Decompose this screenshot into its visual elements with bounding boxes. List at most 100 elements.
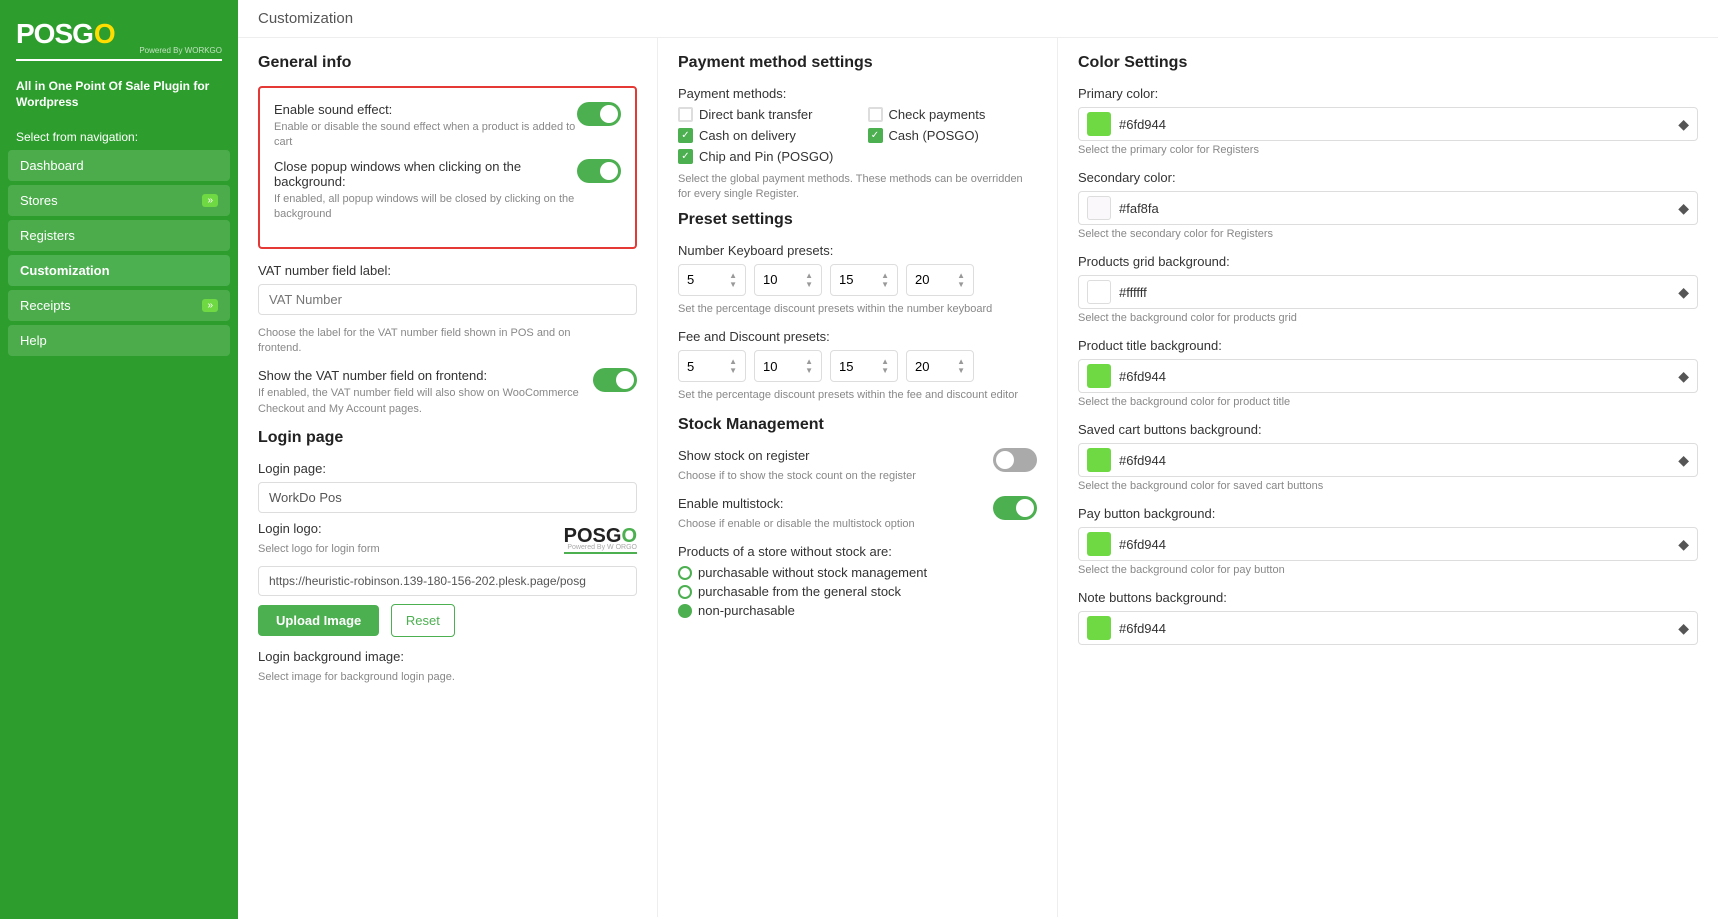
- color-product-title: Product title background: #6fd944 ◆ Sele…: [1078, 338, 1698, 408]
- preset-input-0[interactable]: 5 ▲▼: [678, 264, 746, 296]
- receipts-badge: »: [202, 299, 218, 312]
- logo-pos: POS: [16, 18, 72, 50]
- color-product-title-hex: #6fd944: [1119, 369, 1670, 384]
- sidebar-item-registers[interactable]: Registers: [8, 220, 230, 251]
- color-products-grid: Products grid background: #ffffff ◆ Sele…: [1078, 254, 1698, 324]
- fee-input-0[interactable]: 5 ▲▼: [678, 350, 746, 382]
- color-saved-cart-hex: #6fd944: [1119, 453, 1670, 468]
- color-product-title-swatch: [1087, 364, 1111, 388]
- main-content: Customization General info Enable sound …: [238, 0, 1718, 919]
- preset-title: Preset settings: [678, 211, 1037, 229]
- color-secondary-desc: Select the secondary color for Registers: [1078, 228, 1698, 240]
- color-note-buttons-hex: #6fd944: [1119, 621, 1670, 636]
- content-area: General info Enable sound effect: Enable…: [238, 38, 1718, 917]
- color-primary-input[interactable]: #6fd944 ◆: [1078, 107, 1698, 141]
- color-saved-cart-label: Saved cart buttons background:: [1078, 422, 1698, 437]
- login-logo-row: Login logo: Select logo for login form P…: [258, 521, 637, 557]
- cb-0[interactable]: [678, 107, 693, 122]
- multistock-desc: Choose if enable or disable the multisto…: [678, 517, 915, 532]
- sidebar-item-dashboard[interactable]: Dashboard: [8, 150, 230, 181]
- color-picker-icon-5[interactable]: ◆: [1678, 536, 1689, 553]
- preset-input-1[interactable]: 10 ▲▼: [754, 264, 822, 296]
- preset-arrows-3: ▲▼: [957, 271, 965, 289]
- sidebar-item-receipts[interactable]: Receipts »: [8, 290, 230, 321]
- payment-checkboxes: Direct bank transfer Check payments Cash…: [678, 107, 1037, 164]
- sidebar-item-customization[interactable]: Customization: [8, 255, 230, 286]
- sound-effect-toggle[interactable]: [577, 102, 621, 126]
- color-picker-icon-6[interactable]: ◆: [1678, 620, 1689, 637]
- login-logo-desc: Select logo for login form: [258, 542, 380, 557]
- sidebar-item-label: Registers: [20, 228, 75, 243]
- logo-url-input[interactable]: [258, 566, 637, 596]
- cb-2[interactable]: [678, 128, 693, 143]
- cb-1[interactable]: [868, 107, 883, 122]
- payment-label-3: Cash (POSGO): [889, 128, 979, 143]
- color-settings-title: Color Settings: [1078, 54, 1698, 72]
- color-pay-button-desc: Select the background color for pay butt…: [1078, 564, 1698, 576]
- color-picker-icon-0[interactable]: ◆: [1678, 116, 1689, 133]
- color-note-buttons-input[interactable]: #6fd944 ◆: [1078, 611, 1698, 645]
- page-title: Customization: [258, 10, 1698, 27]
- color-note-buttons-label: Note buttons background:: [1078, 590, 1698, 605]
- cb-4[interactable]: [678, 149, 693, 164]
- show-stock-desc: Choose if to show the stock count on the…: [678, 469, 916, 484]
- vat-input[interactable]: [258, 284, 637, 315]
- fee-arrows-3: ▲▼: [957, 357, 965, 375]
- fee-input-3[interactable]: 20 ▲▼: [906, 350, 974, 382]
- show-stock-toggle[interactable]: [993, 448, 1037, 472]
- color-primary-swatch: [1087, 112, 1111, 136]
- sidebar-nav: Dashboard Stores » Registers Customizati…: [0, 150, 238, 356]
- login-page-label: Login page:: [258, 461, 637, 476]
- general-info-title: General info: [258, 54, 637, 72]
- color-secondary: Secondary color: #faf8fa ◆ Select the se…: [1078, 170, 1698, 240]
- preset-input-2[interactable]: 15 ▲▼: [830, 264, 898, 296]
- toggle-slider: [577, 159, 621, 183]
- col-left: General info Enable sound effect: Enable…: [238, 38, 658, 917]
- preset-input-3[interactable]: 20 ▲▼: [906, 264, 974, 296]
- color-picker-icon-4[interactable]: ◆: [1678, 452, 1689, 469]
- color-primary-label: Primary color:: [1078, 86, 1698, 101]
- color-products-grid-swatch: [1087, 280, 1111, 304]
- radio-btn-1[interactable]: [678, 585, 692, 599]
- color-secondary-input[interactable]: #faf8fa ◆: [1078, 191, 1698, 225]
- color-picker-icon-1[interactable]: ◆: [1678, 200, 1689, 217]
- show-vat-toggle[interactable]: [593, 368, 637, 392]
- keyboard-label: Number Keyboard presets:: [678, 243, 1037, 258]
- color-products-grid-input[interactable]: #ffffff ◆: [1078, 275, 1698, 309]
- show-stock-label: Show stock on register: [678, 448, 916, 463]
- color-pay-button-hex: #6fd944: [1119, 537, 1670, 552]
- show-stock-row: Show stock on register Choose if to show…: [678, 448, 1037, 484]
- close-popup-toggle[interactable]: [577, 159, 621, 183]
- color-note-buttons-swatch: [1087, 616, 1111, 640]
- sidebar-item-label: Dashboard: [20, 158, 84, 173]
- radio-btn-0[interactable]: [678, 566, 692, 580]
- color-secondary-hex: #faf8fa: [1119, 201, 1670, 216]
- fee-arrows-0: ▲▼: [729, 357, 737, 375]
- show-vat-desc: If enabled, the VAT number field will al…: [258, 386, 593, 417]
- login-page-input[interactable]: [258, 482, 637, 513]
- radio-btn-2[interactable]: [678, 604, 692, 618]
- color-picker-icon-2[interactable]: ◆: [1678, 284, 1689, 301]
- sidebar-item-stores[interactable]: Stores »: [8, 185, 230, 216]
- color-pay-button-input[interactable]: #6fd944 ◆: [1078, 527, 1698, 561]
- payment-method-3: Cash (POSGO): [868, 128, 1038, 143]
- fee-input-2[interactable]: 15 ▲▼: [830, 350, 898, 382]
- color-product-title-input[interactable]: #6fd944 ◆: [1078, 359, 1698, 393]
- cb-3[interactable]: [868, 128, 883, 143]
- sound-effect-row: Enable sound effect: Enable or disable t…: [274, 102, 621, 151]
- multistock-toggle[interactable]: [993, 496, 1037, 520]
- payment-label-4: Chip and Pin (POSGO): [699, 149, 833, 164]
- sidebar-item-label: Receipts: [20, 298, 71, 313]
- fee-input-1[interactable]: 10 ▲▼: [754, 350, 822, 382]
- fee-label: Fee and Discount presets:: [678, 329, 1037, 344]
- color-picker-icon-3[interactable]: ◆: [1678, 368, 1689, 385]
- sound-effect-desc: Enable or disable the sound effect when …: [274, 120, 577, 151]
- payment-method-0: Direct bank transfer: [678, 107, 848, 122]
- color-saved-cart-input[interactable]: #6fd944 ◆: [1078, 443, 1698, 477]
- reset-button[interactable]: Reset: [391, 604, 455, 637]
- fee-desc: Set the percentage discount presets with…: [678, 388, 1037, 403]
- col-right: Color Settings Primary color: #6fd944 ◆ …: [1058, 38, 1718, 917]
- upload-image-button[interactable]: Upload Image: [258, 605, 379, 636]
- show-vat-label: Show the VAT number field on frontend:: [258, 368, 593, 383]
- sidebar-item-help[interactable]: Help: [8, 325, 230, 356]
